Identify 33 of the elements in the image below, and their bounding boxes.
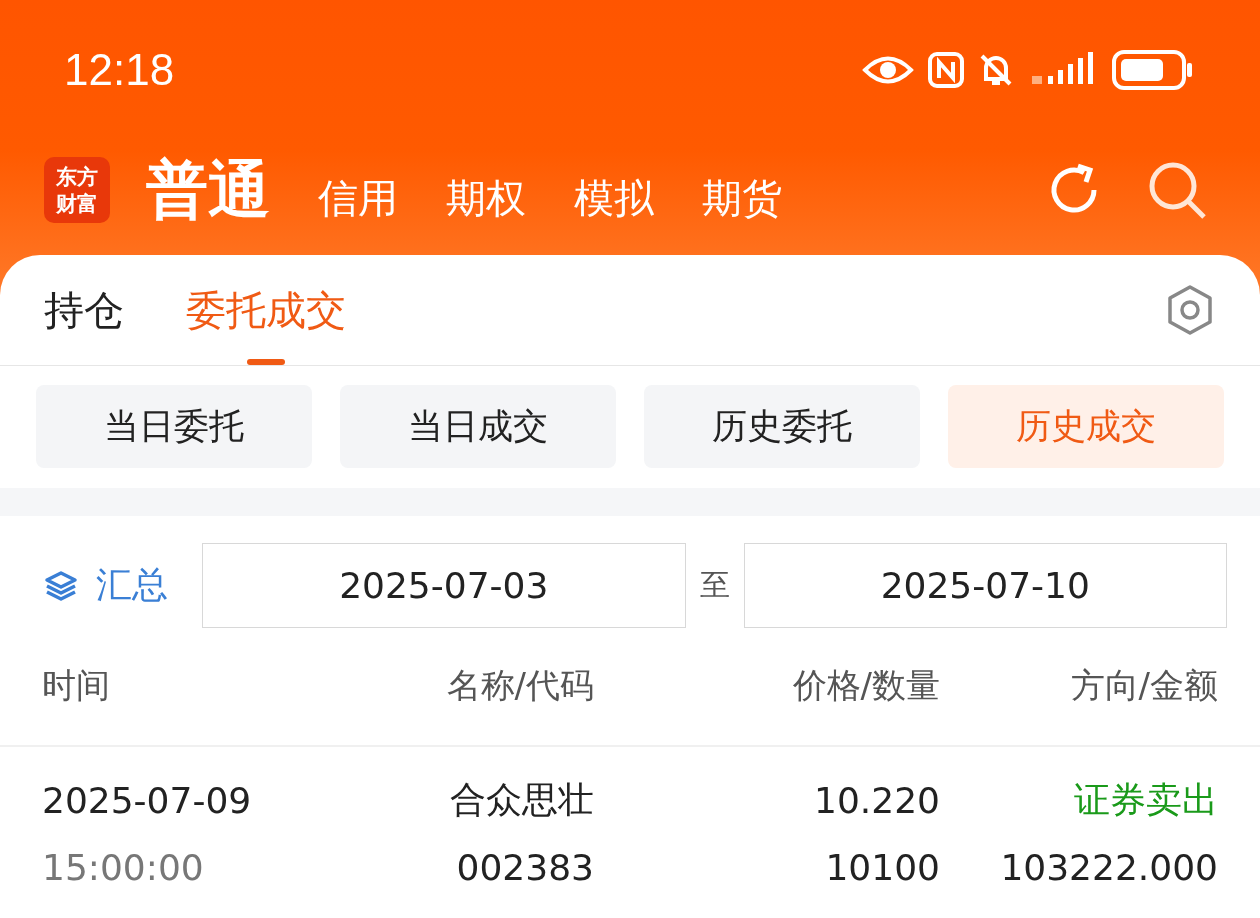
account-tab[interactable]: 普通 (146, 156, 270, 225)
account-tab[interactable]: 模拟 (574, 176, 654, 225)
trade-price: 10.220 (813, 780, 940, 821)
filter-tab[interactable]: 当日委托 (36, 385, 312, 468)
filter-tab[interactable]: 当日成交 (340, 385, 616, 468)
tab[interactable]: 持仓 (42, 255, 126, 365)
trade-time: 15:00:00 (42, 847, 205, 888)
column-header: 时间 (42, 664, 111, 707)
account-tab[interactable]: 期权 (446, 176, 526, 225)
stock-name: 合众思壮 (449, 778, 594, 822)
status-time: 12:18 (64, 45, 175, 95)
bell-muted-icon (978, 52, 1014, 88)
battery-icon (1112, 50, 1194, 90)
stock-code: 002383 (455, 847, 594, 888)
trade-amount: 103222.000 (999, 847, 1218, 888)
start-date-field[interactable]: 2025-07-03 (202, 543, 686, 628)
summary-link[interactable]: 汇总 (96, 561, 168, 610)
trade-quantity: 10100 (824, 847, 940, 888)
tab[interactable]: 委托成交 (184, 255, 348, 365)
account-tab[interactable]: 期货 (702, 176, 782, 225)
filter-tab[interactable]: 历史委托 (644, 385, 920, 468)
trade-direction: 证券卖出 (1073, 778, 1218, 822)
end-date-field[interactable]: 2025-07-10 (743, 543, 1227, 628)
filter-tab[interactable]: 历史成交 (948, 385, 1224, 468)
column-header: 名称/代码 (445, 664, 594, 707)
date-separator: 至 (699, 566, 730, 604)
app-logo: 东方财富 (44, 157, 110, 224)
column-header: 价格/数量 (791, 664, 940, 707)
account-tab[interactable]: 信用 (318, 176, 398, 225)
nfc-icon (928, 52, 964, 88)
trade-date: 2025-07-09 (42, 780, 253, 821)
layers-icon[interactable] (44, 569, 78, 602)
column-header: 方向/金额 (1069, 664, 1218, 707)
